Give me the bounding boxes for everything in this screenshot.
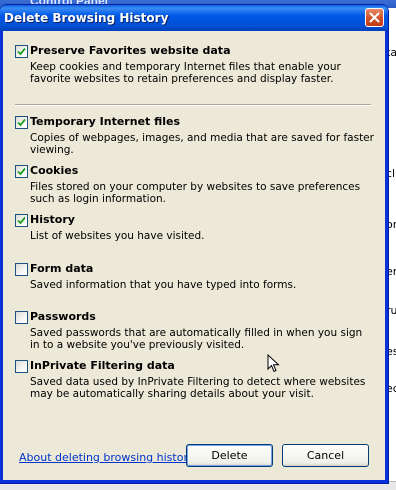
cookies-label[interactable]: Cookies <box>30 164 78 177</box>
desktop: Control Panel tar cl or er ru es ec Dele… <box>0 0 396 490</box>
form-data-label[interactable]: Form data <box>30 262 93 275</box>
option-form-data: Form data Saved information that you hav… <box>15 262 375 291</box>
checkbox-row[interactable]: Passwords <box>15 310 375 325</box>
option-temporary-internet-files: Temporary Internet files Copies of webpa… <box>15 115 375 156</box>
cookies-description: Files stored on your computer by website… <box>30 181 361 205</box>
option-cookies: Cookies Files stored on your computer by… <box>15 164 375 205</box>
cookies-checkbox[interactable] <box>15 165 28 178</box>
form-data-description: Saved information that you have typed in… <box>30 279 297 291</box>
history-description: List of websites you have visited. <box>30 230 205 242</box>
close-button[interactable] <box>365 8 384 27</box>
close-x-icon <box>369 12 380 23</box>
checkbox-row[interactable]: Cookies <box>15 164 375 179</box>
form-data-checkbox[interactable] <box>15 263 28 276</box>
separator <box>15 104 371 106</box>
temporary-internet-files-label[interactable]: Temporary Internet files <box>30 115 180 128</box>
preserve-favorites-description: Keep cookies and temporary Internet file… <box>30 61 341 85</box>
option-preserve-favorites: Preserve Favorites website data Keep coo… <box>15 44 375 85</box>
cancel-button[interactable]: Cancel <box>282 444 369 467</box>
temporary-internet-files-description: Copies of webpages, images, and media th… <box>30 132 374 156</box>
checkmark-icon <box>17 47 26 56</box>
mouse-pointer-icon <box>267 354 280 373</box>
dialog-title: Delete Browsing History <box>4 11 169 25</box>
temporary-internet-files-checkbox[interactable] <box>15 116 28 129</box>
checkbox-row[interactable]: Temporary Internet files <box>15 115 375 130</box>
passwords-checkbox[interactable] <box>15 311 28 324</box>
delete-browsing-history-dialog: Delete Browsing History Preserve Favorit… <box>0 5 388 483</box>
about-deleting-browsing-history-link[interactable]: About deleting browsing history <box>19 451 194 464</box>
checkbox-row[interactable]: History <box>15 213 375 228</box>
checkbox-row[interactable]: InPrivate Filtering data <box>15 359 375 374</box>
history-checkbox[interactable] <box>15 214 28 227</box>
preserve-favorites-label[interactable]: Preserve Favorites website data <box>30 44 231 57</box>
checkbox-row[interactable]: Preserve Favorites website data <box>15 44 375 59</box>
passwords-label[interactable]: Passwords <box>30 310 96 323</box>
inprivate-filtering-label[interactable]: InPrivate Filtering data <box>30 359 175 372</box>
history-label[interactable]: History <box>30 213 75 226</box>
checkbox-row[interactable]: Form data <box>15 262 375 277</box>
checkmark-icon <box>17 118 26 127</box>
passwords-description: Saved passwords that are automatically f… <box>30 327 363 351</box>
checkmark-icon <box>17 167 26 176</box>
checkmark-icon <box>17 216 26 225</box>
option-passwords: Passwords Saved passwords that are autom… <box>15 310 375 351</box>
dialog-client-area: Preserve Favorites website data Keep coo… <box>3 31 385 480</box>
inprivate-filtering-description: Saved data used by InPrivate Filtering t… <box>30 376 366 400</box>
preserve-favorites-checkbox[interactable] <box>15 45 28 58</box>
dialog-titlebar[interactable]: Delete Browsing History <box>0 5 388 31</box>
delete-button[interactable]: Delete <box>186 444 273 467</box>
inprivate-filtering-checkbox[interactable] <box>15 360 28 373</box>
option-history: History List of websites you have visite… <box>15 213 375 242</box>
option-inprivate-filtering-data: InPrivate Filtering data Saved data used… <box>15 359 375 400</box>
